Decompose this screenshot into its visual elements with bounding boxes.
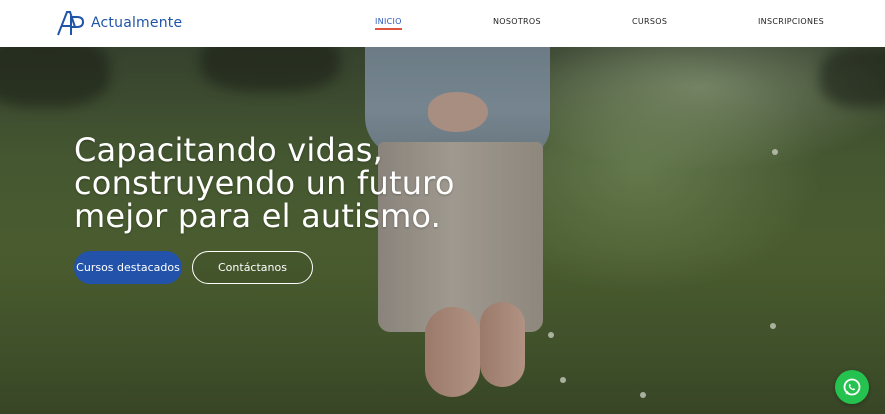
nav-nosotros[interactable]: NOSOTROS bbox=[493, 17, 541, 26]
site-header: Actualmente INICIO NOSOTROS CURSOS INSCR… bbox=[0, 0, 885, 47]
nav-inicio[interactable]: INICIO bbox=[375, 17, 402, 30]
hero-title: Capacitando vidas, construyendo un futur… bbox=[74, 134, 534, 233]
brand-logo[interactable]: Actualmente bbox=[55, 9, 182, 37]
whatsapp-button[interactable] bbox=[835, 370, 869, 404]
logo-ap-icon bbox=[57, 11, 85, 36]
hero-title-line: Capacitando vidas, bbox=[74, 131, 384, 169]
featured-courses-button[interactable]: Cursos destacados bbox=[74, 251, 182, 284]
hero-section: Capacitando vidas, construyendo un futur… bbox=[0, 47, 885, 414]
whatsapp-icon bbox=[843, 378, 861, 396]
hero-title-line: construyendo un futuro bbox=[74, 164, 455, 202]
nav-cursos[interactable]: CURSOS bbox=[632, 17, 667, 26]
contact-button[interactable]: Contáctanos bbox=[192, 251, 313, 284]
nav-inscripciones[interactable]: INSCRIPCIONES bbox=[758, 17, 824, 26]
brand-name: Actualmente bbox=[91, 15, 183, 31]
hero-title-line: mejor para el autismo. bbox=[74, 197, 442, 235]
